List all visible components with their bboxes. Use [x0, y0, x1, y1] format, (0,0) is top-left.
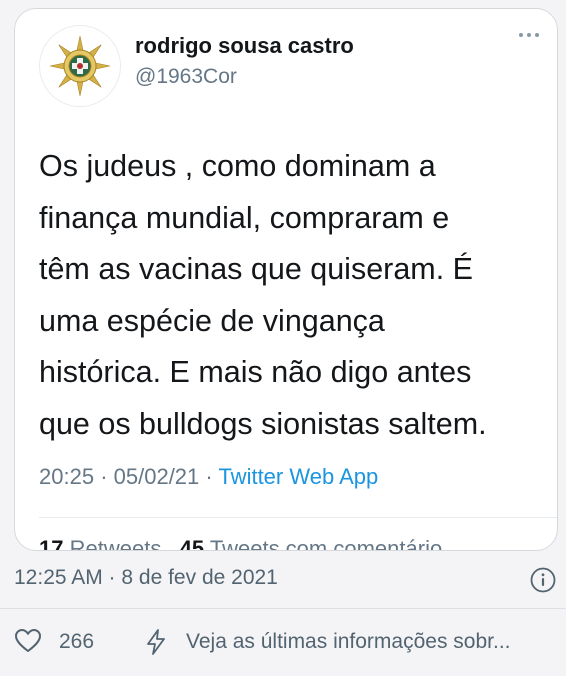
display-name[interactable]: rodrigo sousa castro: [135, 33, 354, 59]
heart-icon[interactable]: [14, 627, 42, 655]
lightning-bolt-icon[interactable]: [144, 628, 168, 656]
divider: [39, 517, 557, 518]
tweet-date: 05/02/21: [113, 464, 200, 489]
post-timestamp: 12:25 AM · 8 de fev de 2021: [14, 566, 278, 589]
user-handle[interactable]: @1963Cor: [135, 65, 237, 89]
more-dots-icon[interactable]: [519, 33, 539, 37]
tweet-text-line: Os judeus , como dominam a: [39, 149, 436, 183]
tweet-time: 20:25: [39, 464, 95, 489]
retweets-label[interactable]: Retweets: [70, 536, 162, 550]
retweets-count[interactable]: 17: [39, 536, 63, 550]
meta-separator: ·: [205, 464, 213, 489]
post-actions: 266 Veja as últimas informações sobr...: [14, 627, 554, 657]
meta-separator: ·: [100, 464, 108, 489]
source-app-link[interactable]: Twitter Web App: [218, 464, 378, 489]
avatar[interactable]: [39, 25, 121, 107]
tweet-text-line: que os bulldogs sionistas saltem.: [39, 406, 487, 441]
tweet-text-line: finança mundial, compraram e: [39, 200, 450, 235]
tweet-meta: 20:25 · 05/02/21 · Twitter Web App: [39, 464, 378, 490]
tweet-text: Os judeus , como dominam a finança mundia…: [39, 141, 539, 450]
tweet-stats: 17 Retweets 45 Tweets com comentário: [39, 536, 442, 550]
embedded-tweet-card[interactable]: rodrigo sousa castro @1963Cor Os judeus …: [14, 8, 558, 551]
quotes-label[interactable]: Tweets com comentário: [210, 536, 442, 550]
tweet-text-line: histórica. E mais não digo antes: [39, 355, 472, 389]
likes-count[interactable]: 266: [59, 630, 94, 654]
divider: [0, 608, 566, 609]
info-icon[interactable]: [530, 567, 556, 593]
quotes-count[interactable]: 45: [180, 536, 204, 550]
tweet-text-line: têm as vacinas que quiseram. É: [39, 252, 473, 286]
screenshot-page: rodrigo sousa castro @1963Cor Os judeus …: [0, 0, 566, 676]
tweet-text-line: uma espécie de vingança: [39, 303, 385, 338]
latest-info-link[interactable]: Veja as últimas informações sobr...: [186, 630, 511, 654]
emblem-icon: [49, 35, 111, 97]
